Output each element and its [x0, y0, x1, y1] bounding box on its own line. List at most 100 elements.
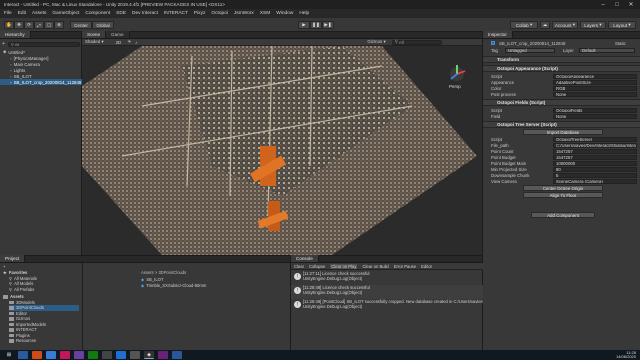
menu-jsmworx[interactable]: JsmWorx: [234, 11, 254, 16]
tab-inspector[interactable]: Inspector: [483, 31, 513, 38]
tree-server-component-header[interactable]: Octopoi Tree Server (Script): [483, 121, 640, 128]
tab-hierarchy[interactable]: Hierarchy: [0, 31, 31, 38]
menu-component[interactable]: Component: [85, 11, 110, 16]
taskbar-app-icon[interactable]: [74, 351, 84, 359]
pivot-center-button[interactable]: Center: [70, 21, 92, 29]
transform-component-header[interactable]: Transform: [483, 56, 640, 63]
taskbar-app-icon[interactable]: [60, 351, 70, 359]
menu-octopoi[interactable]: Octopoi: [211, 11, 228, 16]
pivot-global-button[interactable]: Global: [92, 21, 114, 29]
scale-tool-icon[interactable]: ⤢: [34, 21, 44, 29]
layout-dropdown[interactable]: Layout ▾: [608, 21, 636, 29]
menu-window[interactable]: Window: [276, 11, 293, 16]
view-camera-field[interactable]: SceneCamera (Camera): [553, 178, 637, 184]
center-octree-button[interactable]: Center Octree Origin: [523, 185, 603, 191]
scene-search-input[interactable]: ⚲ All: [391, 39, 442, 45]
audio-icon[interactable]: ♪: [135, 40, 137, 45]
menu-xsm[interactable]: XSM: [260, 11, 270, 16]
taskbar-app-icon[interactable]: [130, 351, 140, 359]
scene-viewport[interactable]: Persp: [82, 46, 482, 255]
console-message[interactable]: ! [11:27:11] Licence check successful Un…: [291, 271, 483, 285]
import-database-button[interactable]: Import Database: [523, 129, 603, 135]
tab-project[interactable]: Project: [0, 255, 26, 262]
taskbar-clock[interactable]: 11:28 14/08/2020: [616, 350, 636, 360]
point-budget-field[interactable]: 1547257: [553, 154, 637, 160]
gizmos-dropdown[interactable]: Gizmos ▾: [367, 39, 385, 45]
min-projected-size-field[interactable]: 80: [553, 166, 637, 172]
appearance-component-header[interactable]: Octopoi Appearance (Script): [483, 65, 640, 72]
clear-on-play-button[interactable]: Clear on Play: [330, 263, 358, 269]
shading-dropdown[interactable]: Shaded ▾: [85, 39, 104, 45]
play-icon[interactable]: ▶: [298, 21, 310, 29]
favorites-item[interactable]: ⚲ All Prefabs: [9, 287, 34, 293]
folder-item[interactable]: Resources: [9, 338, 36, 344]
collapse-button[interactable]: Collapse: [309, 264, 325, 269]
tag-dropdown[interactable]: Untagged: [505, 47, 555, 53]
hierarchy-search-input[interactable]: ⚲ All: [7, 41, 80, 47]
clear-on-build-button[interactable]: Clear on Build: [362, 264, 388, 269]
taskbar-app-icon[interactable]: [32, 351, 42, 359]
move-tool-icon[interactable]: ✥: [14, 21, 24, 29]
transform-tool-icon[interactable]: ⊕: [54, 21, 64, 29]
close-icon[interactable]: ✕: [624, 0, 638, 9]
downsample-chunk-field[interactable]: 5: [553, 172, 637, 178]
post-process-dropdown[interactable]: None: [553, 91, 637, 97]
lighting-icon[interactable]: ☀: [127, 39, 131, 45]
menu-sde[interactable]: SDE: [116, 11, 126, 16]
xbox-icon[interactable]: [88, 351, 98, 359]
2d-toggle[interactable]: 2D: [116, 40, 122, 45]
minimize-icon[interactable]: –: [596, 0, 610, 9]
color-dropdown[interactable]: RGB: [553, 85, 637, 91]
account-dropdown[interactable]: Account ▾: [552, 21, 578, 29]
menu-gameobject[interactable]: GameObject: [52, 11, 79, 16]
taskbar-app-icon[interactable]: [116, 351, 126, 359]
taskbar-app-icon[interactable]: [46, 351, 56, 359]
field-dropdown[interactable]: None: [553, 113, 637, 119]
taskbar-app-icon[interactable]: [18, 351, 28, 359]
tab-game[interactable]: Game: [106, 31, 130, 38]
taskbar-app-icon[interactable]: [172, 351, 182, 359]
console-message[interactable]: ! [11:28:48] Licence check successful Un…: [291, 285, 483, 299]
point-budget-main-field[interactable]: 10000000: [553, 160, 637, 166]
collab-dropdown[interactable]: Collab ▾: [510, 21, 538, 29]
pause-icon[interactable]: ❚❚: [310, 21, 322, 29]
windows-start-icon[interactable]: ⊞: [4, 351, 14, 359]
asset-file-item[interactable]: ◆ SB_ILOT: [141, 277, 163, 283]
unity-taskbar-icon[interactable]: ◈: [144, 351, 154, 359]
appearance-dropdown[interactable]: AdaptivePointSize: [553, 79, 637, 85]
step-icon[interactable]: ▶❚: [322, 21, 334, 29]
layer-dropdown[interactable]: Default: [579, 47, 635, 53]
menu-dev-interact[interactable]: Dev Interact: [132, 11, 158, 16]
menu-help[interactable]: Help: [299, 11, 309, 16]
file-path-field[interactable]: C:/Users/xavier/Dev/Interact/Shiatsu/Int…: [553, 142, 637, 148]
tab-console[interactable]: Console: [291, 255, 319, 262]
point-count-field[interactable]: 1547257: [553, 148, 637, 154]
layers-dropdown[interactable]: Layers ▾: [580, 21, 606, 29]
project-create-button[interactable]: +: [3, 264, 5, 270]
tab-scene[interactable]: Scene: [82, 31, 107, 38]
active-checkbox[interactable]: [491, 41, 495, 45]
menu-file[interactable]: File: [4, 11, 12, 16]
asset-file-item[interactable]: ◆ Trimble_SXSubscr-Cloud-50mm: [141, 283, 206, 289]
cloud-icon[interactable]: ☁: [540, 21, 550, 29]
rotate-tool-icon[interactable]: ⟳: [24, 21, 34, 29]
breadcrumb[interactable]: Assets > 3DPointClouds: [141, 270, 186, 276]
clear-button[interactable]: Clear: [294, 264, 304, 269]
visual-studio-icon[interactable]: [158, 351, 168, 359]
rect-tool-icon[interactable]: ▢: [44, 21, 54, 29]
menu-pixyz[interactable]: Pixyz: [194, 11, 205, 16]
hierarchy-item-sb-ilot-crop[interactable]: ▫ SB_ILOT_crop_20200814_112848: [0, 79, 82, 85]
create-button[interactable]: +: [2, 41, 5, 47]
hand-tool-icon[interactable]: ✋: [4, 21, 14, 29]
taskbar-app-icon[interactable]: [102, 351, 112, 359]
menu-interact[interactable]: INTERACT: [164, 11, 188, 16]
console-message[interactable]: ! [11:28:49] [PointCloud] SB_ILOT succes…: [291, 299, 483, 313]
add-component-button[interactable]: Add Component: [531, 212, 595, 218]
menu-edit[interactable]: Edit: [18, 11, 26, 16]
maximize-icon[interactable]: □: [610, 0, 624, 9]
fields-component-header[interactable]: Octopoi Fields (Script): [483, 99, 640, 106]
object-name-field[interactable]: SB_ILOT_crop_20200814_112848: [499, 41, 565, 46]
error-pause-button[interactable]: Error Pause: [394, 264, 416, 269]
menu-assets[interactable]: Assets: [32, 11, 46, 16]
scene-gizmo[interactable]: Persp: [449, 65, 466, 89]
